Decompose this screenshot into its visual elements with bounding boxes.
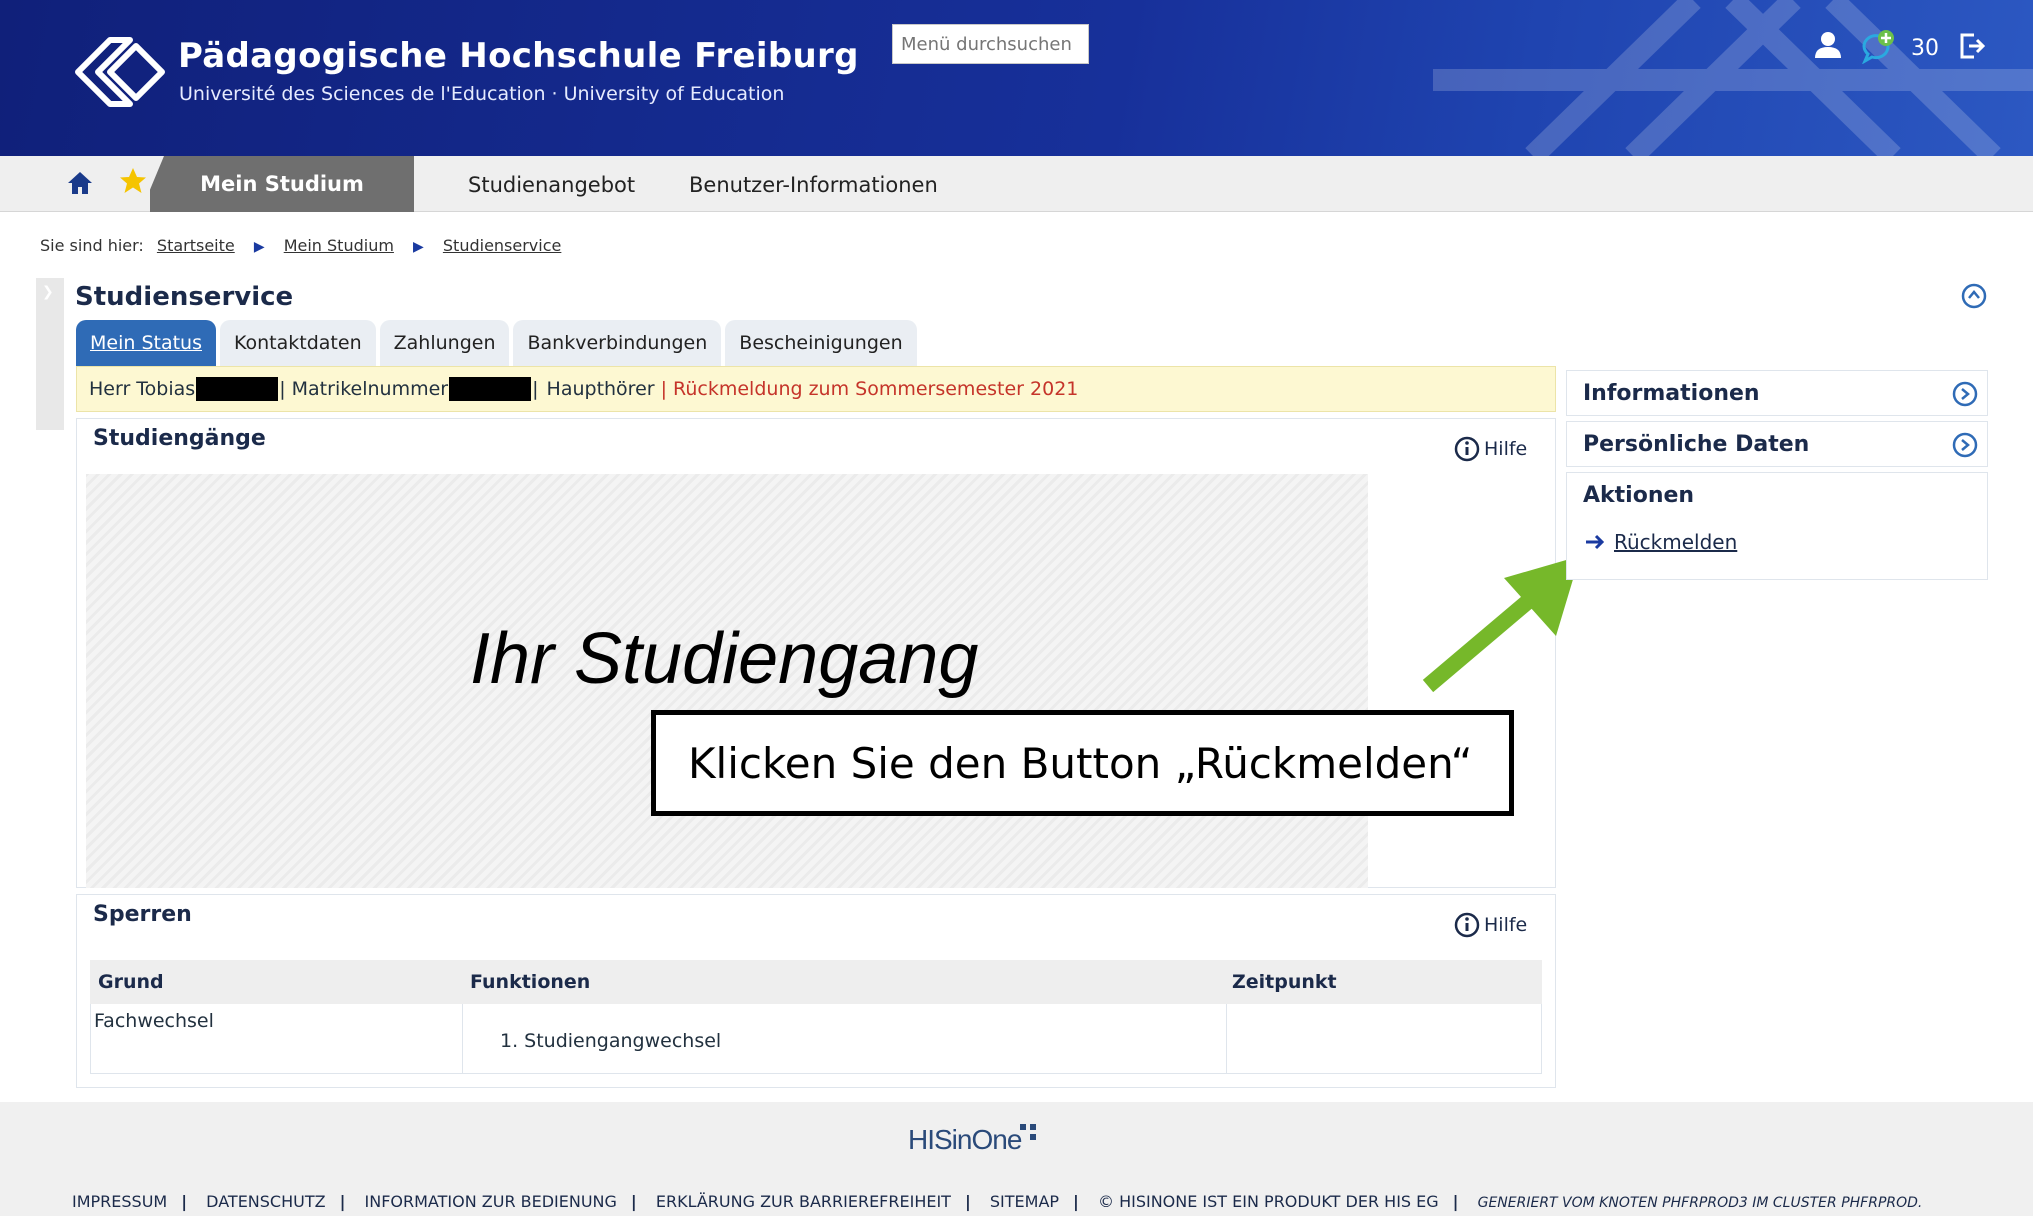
breadcrumb-chevron-icon: ▶	[253, 239, 265, 255]
expand-right-icon	[1952, 432, 1978, 458]
footer-links: IMPRESSUM | DATENSCHUTZ | INFORMATION ZUR …	[72, 1192, 1923, 1211]
home-icon[interactable]	[66, 170, 94, 200]
sperren-help-link[interactable]: Hilfe	[1454, 912, 1527, 938]
expand-right-icon	[1952, 381, 1978, 407]
main-navigation: Mein Studium Studienangebot Benutzer-Inf…	[0, 156, 2033, 212]
footer-generated-note: GENERIERT VOM KNOTEN PHFRPROD3 IM CLUSTE…	[1477, 1195, 1923, 1211]
breadcrumb-prefix: Sie sind hier:	[40, 236, 144, 255]
tab-zahlungen[interactable]: Zahlungen	[379, 320, 510, 366]
cell-grund: Fachwechsel	[94, 1010, 214, 1032]
green-arrow-icon	[1422, 556, 1580, 693]
column-divider	[462, 1004, 463, 1074]
sidebar-toggle[interactable]: ❯	[36, 278, 64, 430]
student-name: Herr Tobias	[89, 378, 196, 400]
site-footer: HISinOne IMPRESSUM | DATENSCHUTZ | INFORMA…	[0, 1102, 2033, 1216]
collapse-up-icon[interactable]	[1960, 282, 1988, 314]
sperren-table-header: Grund Funktionen Zeitpunkt	[90, 960, 1542, 1004]
header-decoration	[1433, 0, 2033, 156]
hisinone-logo: HISinOne	[908, 1124, 1036, 1156]
arrow-right-icon	[1586, 534, 1605, 550]
expand-chevron-icon: ❯	[42, 284, 54, 300]
redacted-block	[449, 377, 532, 401]
studiengaenge-title: Studiengänge	[93, 426, 266, 451]
info-icon	[1454, 436, 1480, 462]
breadcrumb-mein-studium[interactable]: Mein Studium	[284, 236, 394, 255]
message-count[interactable]: 30	[1911, 36, 1939, 61]
column-header-grund: Grund	[98, 971, 164, 993]
tab-mein-status[interactable]: Mein Status	[76, 320, 216, 366]
site-header: Pädagogische Hochschule Freiburg Univers…	[0, 0, 2033, 156]
info-icon	[1454, 912, 1480, 938]
student-status-bar: Herr Tobias | Matrikelnummer | Haupthöre…	[76, 366, 1556, 412]
tab-bar: Mein Status Kontaktdaten Zahlungen Bankv…	[76, 320, 917, 366]
sidebar-informationen[interactable]: Informationen	[1566, 370, 1988, 416]
breadcrumb-startseite[interactable]: Startseite	[157, 236, 235, 255]
breadcrumb-chevron-icon: ▶	[413, 239, 424, 255]
cell-funktionen[interactable]: 1. Studiengangwechsel	[500, 1030, 721, 1052]
menu-search-input[interactable]	[892, 24, 1089, 64]
logo-dots-icon	[1020, 1124, 1036, 1140]
rueckmelden-label: Rückmelden	[1614, 530, 1738, 554]
messages-icon[interactable]	[1860, 28, 1896, 64]
status-separator: |	[532, 378, 539, 400]
sidebar-persoenliche-daten-label: Persönliche Daten	[1583, 432, 1810, 457]
sperren-title: Sperren	[93, 902, 192, 927]
tab-bescheinigungen[interactable]: Bescheinigungen	[725, 320, 917, 366]
university-name[interactable]: Pädagogische Hochschule Freiburg	[178, 36, 859, 76]
footer-link-impressum[interactable]: IMPRESSUM	[72, 1192, 167, 1211]
studiengang-overlay-text: Ihr Studiengang	[470, 619, 979, 699]
footer-link-sitemap[interactable]: SITEMAP	[990, 1192, 1059, 1211]
sidebar-aktionen: Aktionen	[1566, 472, 1988, 580]
page-title: Studienservice	[75, 282, 294, 312]
semester-notice: | Rückmeldung zum Sommersemester 2021	[660, 378, 1079, 400]
nav-tab-benutzer-informationen[interactable]: Benutzer-Informationen	[689, 173, 938, 197]
table-row	[90, 1004, 1542, 1074]
breadcrumb: Sie sind hier: Startseite ▶ Mein Studium…	[40, 236, 561, 255]
user-icon[interactable]	[1814, 30, 1842, 60]
favorites-star-icon[interactable]	[118, 166, 148, 200]
tab-bankverbindungen[interactable]: Bankverbindungen	[513, 320, 722, 366]
footer-link-bedienung[interactable]: INFORMATION ZUR BEDIENUNG	[365, 1192, 617, 1211]
redacted-block	[196, 377, 279, 401]
breadcrumb-studienservice[interactable]: Studienservice	[443, 236, 561, 255]
hisinone-logo-text: HISinOne	[908, 1124, 1022, 1155]
nav-tab-mein-studium[interactable]: Mein Studium	[150, 156, 414, 212]
column-header-zeitpunkt: Zeitpunkt	[1232, 971, 1337, 993]
column-header-funktionen: Funktionen	[470, 971, 591, 993]
instruction-callout: Klicken Sie den Button „Rückmelden“	[651, 710, 1514, 816]
rueckmelden-button[interactable]: Rückmelden	[1584, 530, 1737, 554]
sidebar-informationen-label: Informationen	[1583, 381, 1760, 406]
sidebar-aktionen-label: Aktionen	[1583, 483, 1695, 508]
logout-icon[interactable]	[1958, 32, 1986, 60]
footer-copyright[interactable]: © HISINONE IST EIN PRODUKT DER HIS EG	[1098, 1192, 1439, 1211]
column-divider	[1226, 1004, 1227, 1074]
matrikel-label: | Matrikelnummer	[279, 378, 449, 400]
help-label: Hilfe	[1484, 914, 1528, 936]
help-label: Hilfe	[1484, 438, 1528, 460]
university-subtitle: Université des Sciences de l'Education ·…	[179, 83, 785, 105]
student-type: Haupthörer	[546, 378, 655, 400]
footer-link-datenschutz[interactable]: DATENSCHUTZ	[206, 1192, 325, 1211]
nav-tab-studienangebot[interactable]: Studienangebot	[468, 173, 635, 197]
tab-kontaktdaten[interactable]: Kontaktdaten	[220, 320, 376, 366]
footer-link-barrierefreiheit[interactable]: ERKLÄRUNG ZUR BARRIEREFREIHEIT	[656, 1192, 951, 1211]
studiengaenge-help-link[interactable]: Hilfe	[1454, 436, 1527, 462]
sidebar-persoenliche-daten[interactable]: Persönliche Daten	[1566, 421, 1988, 467]
university-logo-icon[interactable]	[74, 36, 166, 108]
